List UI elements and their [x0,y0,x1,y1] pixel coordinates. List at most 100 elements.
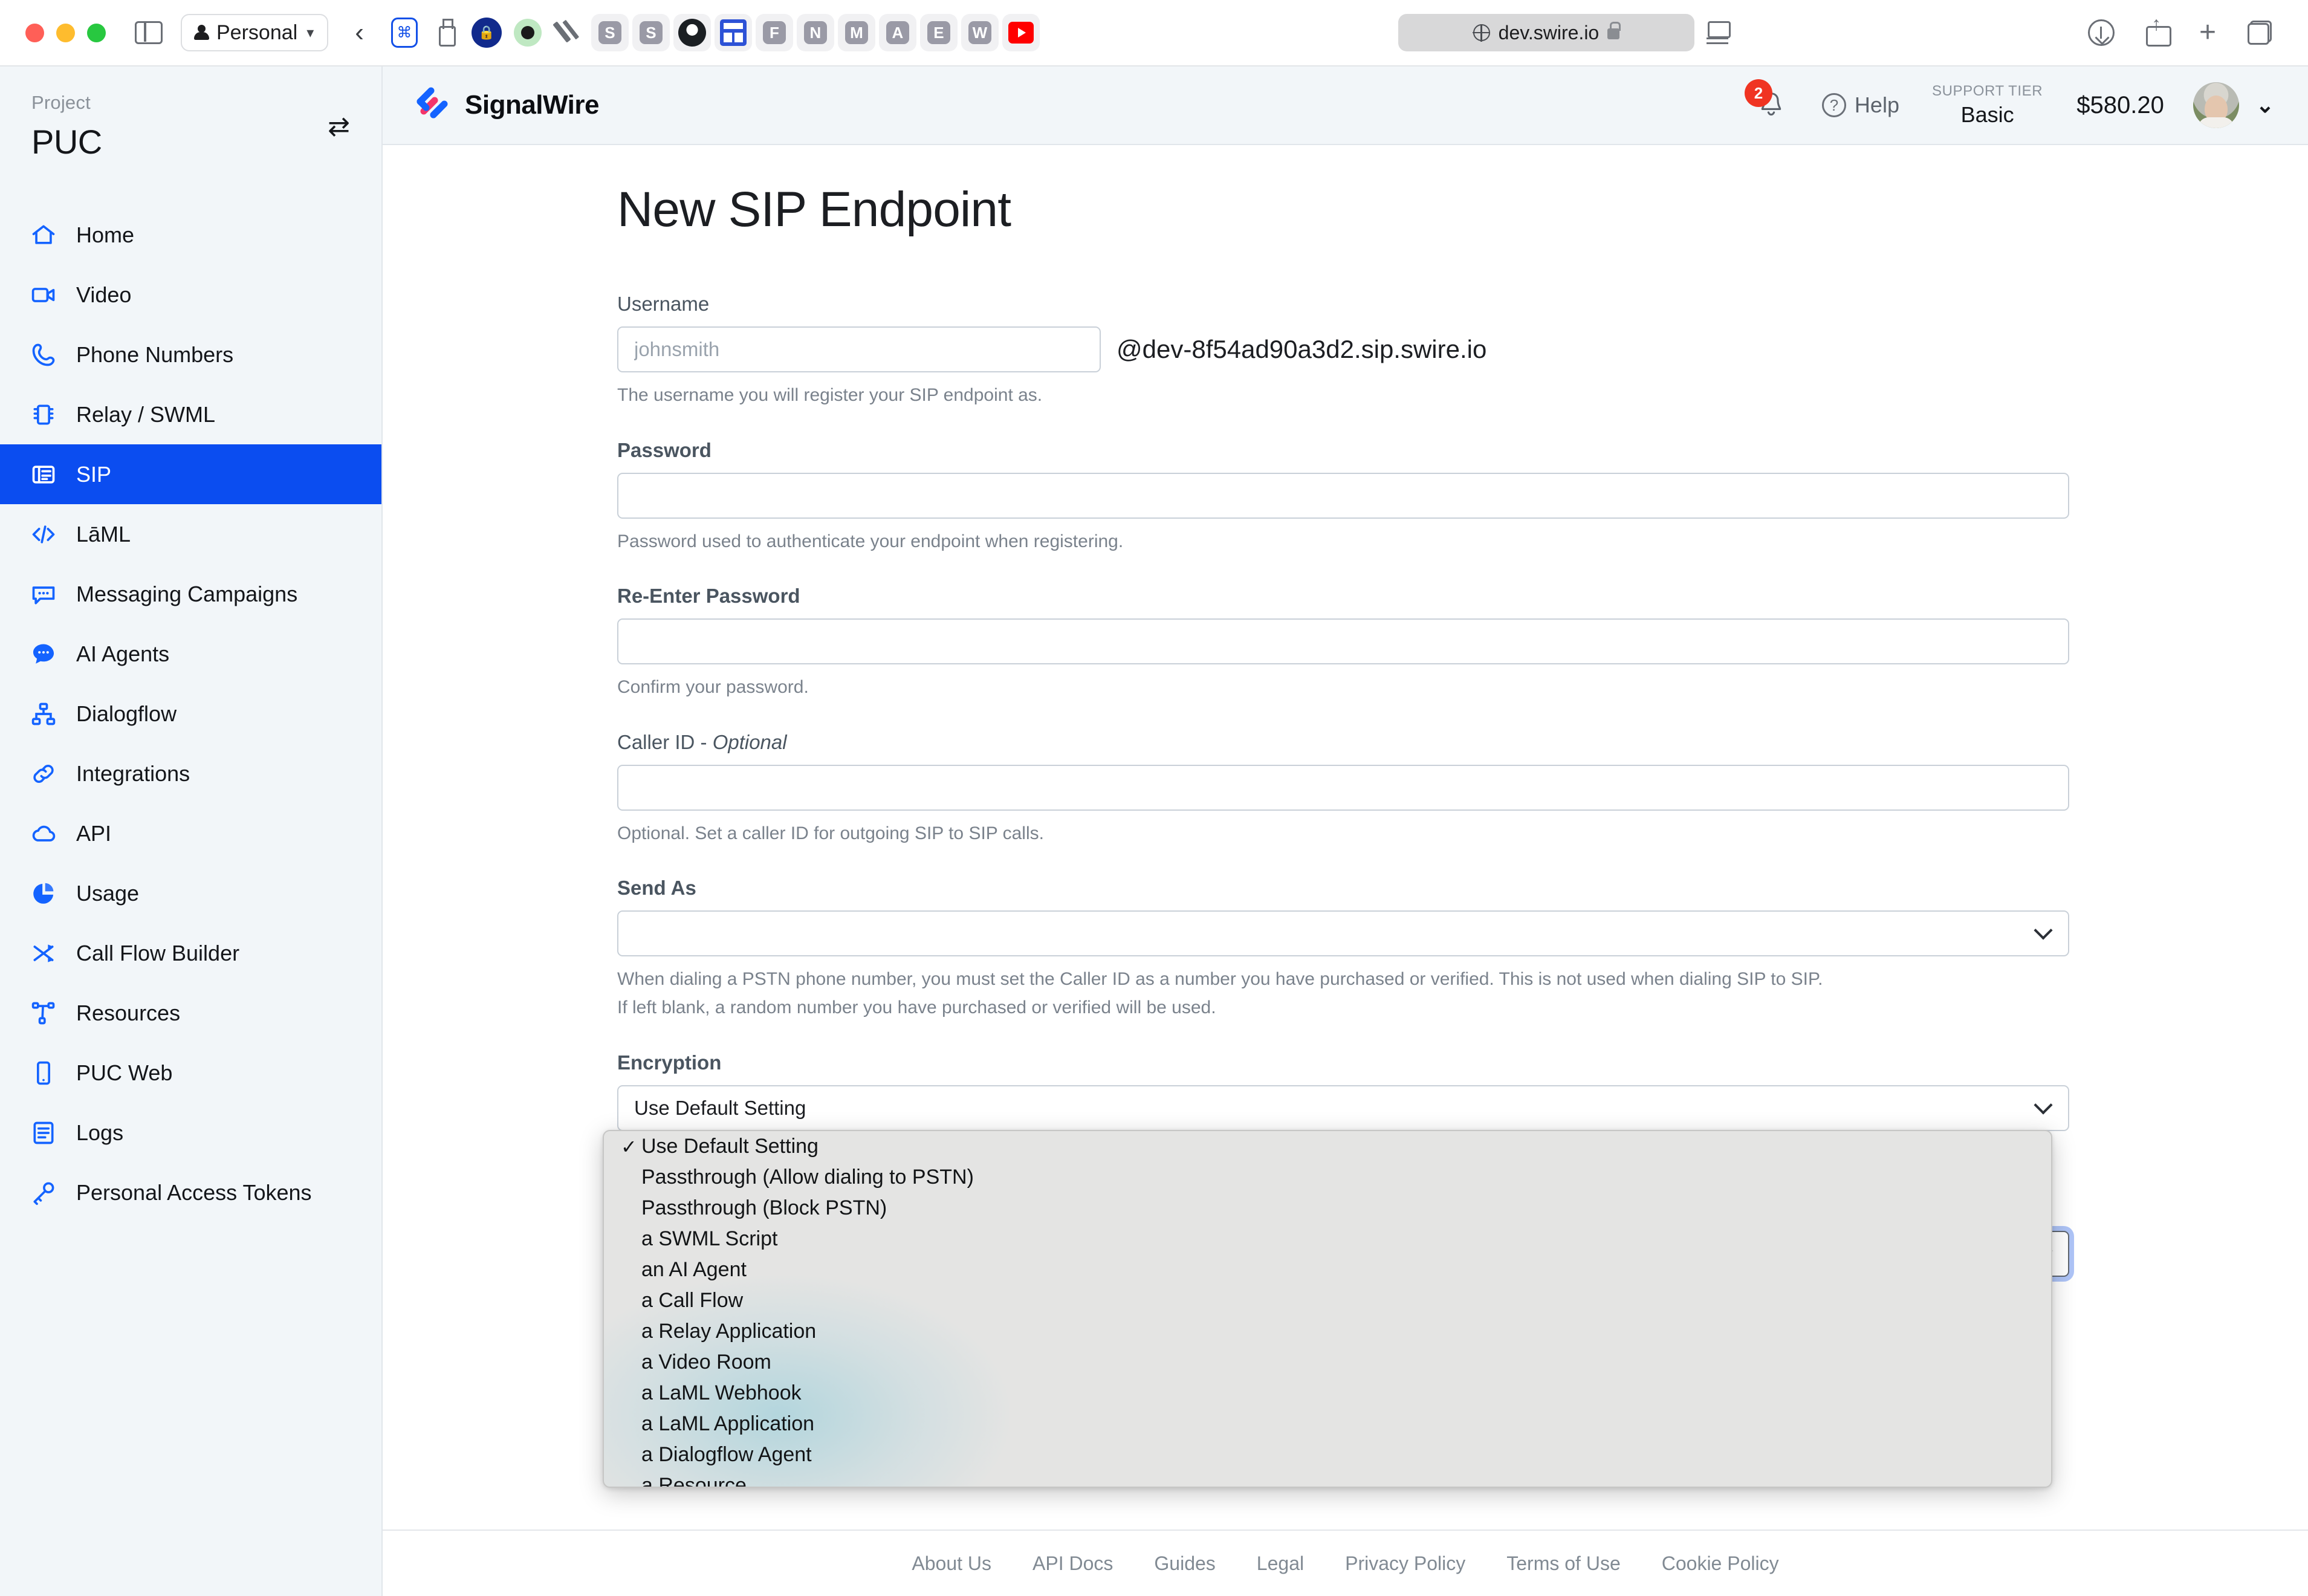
sidebar-item-label: PUC Web [76,1060,173,1085]
app-sidebar: Project PUC ⇄ Home Video Phone Numbers R… [0,66,383,1596]
dropdown-option-relay-application[interactable]: a Relay Application [604,1316,2051,1347]
s-extension-icon[interactable]: S [591,14,629,51]
tab-overview-icon[interactable] [2248,21,2272,45]
brand-logo[interactable]: SignalWire [413,86,599,125]
github-extension-icon[interactable] [673,14,711,51]
sidebar-item-sip[interactable]: SIP [0,444,381,504]
reenter-password-field-group: Re-Enter Password Confirm your password. [617,585,2069,701]
footer-link-about-us[interactable]: About Us [912,1552,991,1575]
dropdown-option-resource[interactable]: a Resource [604,1470,2051,1487]
back-navigation-button[interactable]: ‹ [355,19,364,46]
footer-link-terms-of-use[interactable]: Terms of Use [1506,1552,1620,1575]
dropdown-option-laml-webhook[interactable]: a LaML Webhook [604,1378,2051,1409]
globe-icon [1473,24,1491,42]
chevron-down-icon[interactable]: ⌄ [2256,92,2274,118]
sidebar-item-home[interactable]: Home [0,205,381,265]
chevron-down-icon [2034,1095,2053,1115]
e-extension-icon[interactable]: E [919,14,958,51]
dropdown-option-ai-agent[interactable]: an AI Agent [604,1254,2051,1285]
new-tab-icon[interactable]: + [2199,18,2216,47]
reader-view-icon[interactable] [1705,21,1731,44]
close-window-button[interactable] [25,23,44,42]
ai-chat-icon [30,641,57,667]
dropdown-option-dialogflow-agent[interactable]: a Dialogflow Agent [604,1439,2051,1470]
sidebar-toggle-icon[interactable] [135,21,163,44]
sidebar-item-resources[interactable]: Resources [0,983,381,1043]
f-extension-icon[interactable]: F [755,14,793,51]
sidebar-item-personal-access-tokens[interactable]: Personal Access Tokens [0,1163,381,1222]
pen-extension-icon[interactable] [550,14,588,51]
reenter-password-help-text: Confirm your password. [617,677,809,698]
share-icon[interactable] [2145,14,2171,47]
sidebar-item-dialogflow[interactable]: Dialogflow [0,684,381,744]
password-input[interactable] [617,472,2069,519]
dropdown-option-label: Passthrough (Allow dialing to PSTN) [641,1166,974,1189]
brand-name: SignalWire [465,90,599,120]
sidebar-item-messaging-campaigns[interactable]: Messaging Campaigns [0,564,381,624]
downloads-icon[interactable] [2087,19,2115,46]
maximize-window-button[interactable] [87,23,106,42]
n-extension-icon[interactable]: N [796,14,834,51]
node-tree-icon [30,1000,57,1027]
sidebar-item-integrations[interactable]: Integrations [0,744,381,803]
sidebar-item-ai-agents[interactable]: AI Agents [0,624,381,684]
send-as-select[interactable] [617,910,2069,957]
encryption-select[interactable]: Use Default Setting [617,1085,2069,1131]
minimize-window-button[interactable] [56,23,75,42]
sidebar-item-usage[interactable]: Usage [0,863,381,923]
dropdown-option-passthrough-allow-pstn[interactable]: Passthrough (Allow dialing to PSTN) [604,1162,2051,1193]
eu-privacy-extension-icon[interactable] [468,14,505,51]
signalwire-logo-icon [413,86,452,125]
sidebar-item-laml[interactable]: LāML [0,504,381,564]
address-bar[interactable]: dev.swire.io [1398,14,1694,51]
a-extension-icon[interactable]: A [878,14,916,51]
swap-project-icon[interactable]: ⇄ [328,114,350,140]
m-extension-icon[interactable]: M [837,14,875,51]
browser-profile-button[interactable]: Personal ▾ [181,14,329,51]
dropdown-option-use-default-setting[interactable]: ✓ Use Default Setting [604,1131,2051,1162]
sidebar-item-relay-swml[interactable]: Relay / SWML [0,384,381,444]
code-brackets-icon [30,521,57,548]
footer-link-cookie-policy[interactable]: Cookie Policy [1662,1552,1779,1575]
caller-id-label-text: Caller ID - [617,730,713,753]
blue-panel-extension-icon[interactable] [714,14,752,51]
footer-link-privacy-policy[interactable]: Privacy Policy [1345,1552,1465,1575]
username-input[interactable] [617,326,1101,372]
sidebar-item-logs[interactable]: Logs [0,1103,381,1163]
caller-id-label: Caller ID - Optional [617,731,2069,754]
youtube-extension-icon[interactable] [1002,14,1040,51]
account-balance[interactable]: $580.20 [2076,92,2164,119]
w-extension-icon[interactable]: W [961,14,999,51]
sidebar-item-api[interactable]: API [0,803,381,863]
notifications-button[interactable]: 2 [1744,79,1794,128]
sidebar-item-label: Logs [76,1120,124,1145]
sidebar-item-call-flow-builder[interactable]: Call Flow Builder [0,923,381,983]
project-selector[interactable]: Project PUC ⇄ [0,66,381,161]
tape-extension-icon[interactable] [509,14,546,51]
sidebar-item-puc-web[interactable]: PUC Web [0,1043,381,1103]
video-camera-icon [30,282,57,308]
dropdown-option-laml-application[interactable]: a LaML Application [604,1409,2051,1439]
avatar[interactable] [2193,82,2239,128]
support-tier-value: Basic [1960,102,2014,127]
spray-bottle-extension-icon[interactable] [427,14,464,51]
command-extension-icon[interactable]: ⌘ [386,14,423,51]
address-bar-container: dev.swire.io [1040,14,2088,51]
help-button[interactable]: ? Help [1821,92,1899,118]
footer-link-legal[interactable]: Legal [1257,1552,1304,1575]
sidebar-item-label: AI Agents [76,641,170,666]
reenter-password-input[interactable] [617,618,2069,665]
sidebar-item-phone-numbers[interactable]: Phone Numbers [0,325,381,384]
sidebar-item-label: Home [76,222,135,247]
dropdown-option-passthrough-block-pstn[interactable]: Passthrough (Block PSTN) [604,1193,2051,1224]
call-handler-dropdown-menu[interactable]: ✓ Use Default Setting Passthrough (Allow… [603,1130,2052,1488]
s2-extension-icon[interactable]: S [632,14,670,51]
caller-id-input[interactable] [617,764,2069,811]
sidebar-item-label: API [76,820,112,846]
footer-link-guides[interactable]: Guides [1154,1552,1215,1575]
dropdown-option-video-room[interactable]: a Video Room [604,1347,2051,1378]
dropdown-option-swml-script[interactable]: a SWML Script [604,1224,2051,1254]
dropdown-option-call-flow[interactable]: a Call Flow [604,1285,2051,1316]
footer-link-api-docs[interactable]: API Docs [1032,1552,1113,1575]
sidebar-item-video[interactable]: Video [0,265,381,325]
